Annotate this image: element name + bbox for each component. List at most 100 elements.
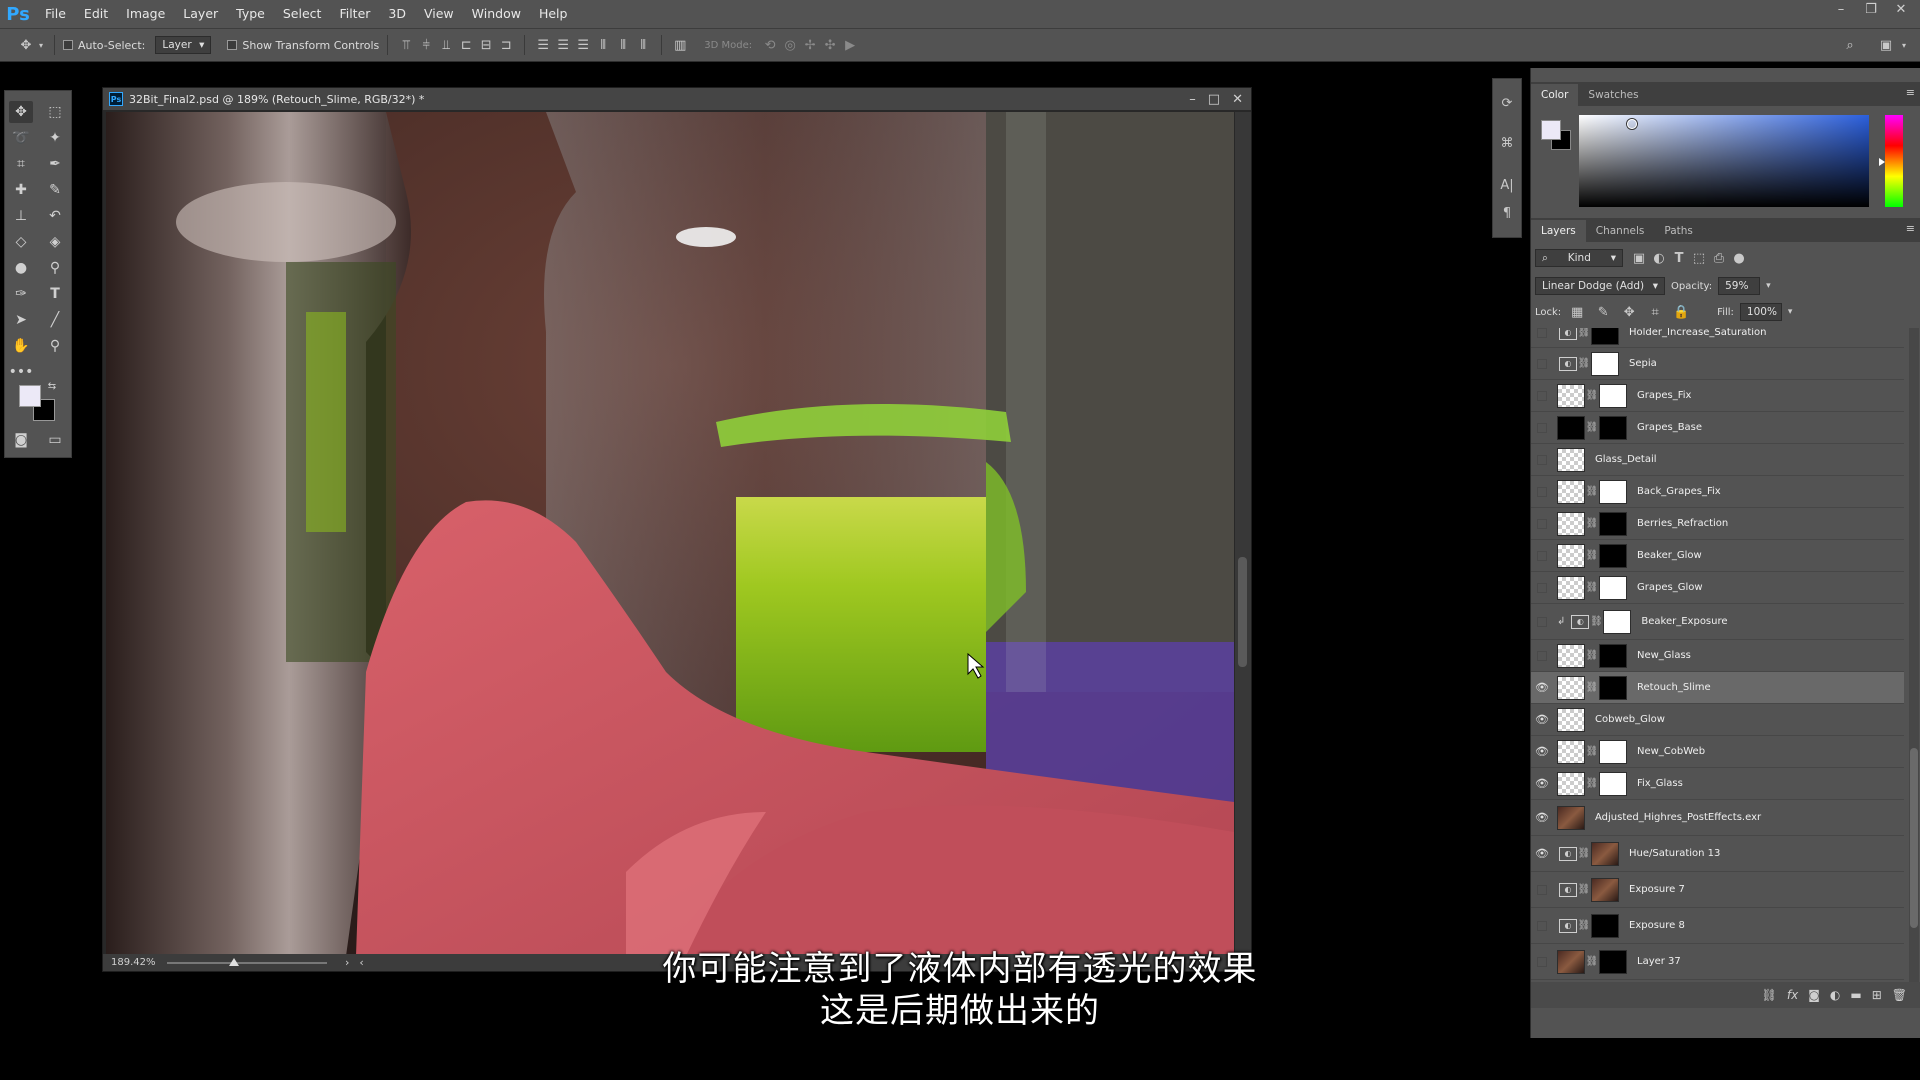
path-selection-icon[interactable]: ➤	[9, 309, 33, 331]
menu-help[interactable]: Help	[530, 0, 577, 28]
fill-field[interactable]: 100%	[1739, 303, 1782, 321]
character-panel-icon[interactable]: A|	[1497, 175, 1517, 195]
distribute-top-icon[interactable]: ☰	[533, 35, 553, 55]
maximize-icon[interactable]: □	[1208, 92, 1220, 107]
layer-row[interactable]: ◐ ⛓ Exposure 8	[1531, 908, 1904, 944]
mask-link-icon[interactable]: ⛓	[1577, 920, 1591, 931]
visibility-toggle[interactable]	[1531, 444, 1553, 475]
layer-mask-thumbnail[interactable]	[1591, 913, 1619, 938]
panel-menu-icon[interactable]: ≡	[1906, 222, 1915, 235]
workspace-icon[interactable]: ▣	[1876, 35, 1896, 55]
layer-row[interactable]: 👁 ⛓ Fix_Glass	[1531, 768, 1904, 800]
mask-link-icon[interactable]: ⛓	[1585, 682, 1599, 693]
history-brush-icon[interactable]: ↶	[43, 205, 67, 227]
lock-image-icon[interactable]: ✎	[1593, 302, 1613, 322]
mask-link-icon[interactable]: ⛓	[1585, 746, 1599, 757]
minimize-icon[interactable]: –	[1189, 92, 1196, 107]
layer-thumbnail[interactable]	[1557, 383, 1585, 408]
visibility-toggle[interactable]	[1531, 476, 1553, 507]
menu-select[interactable]: Select	[274, 0, 331, 28]
layer-row[interactable]: ⛓ Beaker_Glow	[1531, 540, 1904, 572]
tab-swatches[interactable]: Swatches	[1578, 84, 1648, 106]
screen-mode-icon[interactable]: ▭	[43, 429, 67, 451]
tab-layers[interactable]: Layers	[1531, 220, 1586, 242]
chevron-down-icon[interactable]: ▾	[1894, 35, 1914, 55]
lock-transparent-icon[interactable]: ▦	[1567, 302, 1587, 322]
distribute-bottom-icon[interactable]: ☰	[573, 35, 593, 55]
swap-colors-icon[interactable]: ⇆	[45, 379, 59, 393]
eye-icon[interactable]: 👁	[1531, 800, 1553, 835]
zoom-tool-icon[interactable]: ⚲	[43, 335, 67, 357]
layer-row[interactable]: Glass_Detail	[1531, 444, 1904, 476]
chevron-down-icon[interactable]: ▾	[1766, 281, 1771, 291]
menu-layer[interactable]: Layer	[174, 0, 227, 28]
mask-link-icon[interactable]: ⛓	[1589, 616, 1603, 627]
scrollbar-thumb[interactable]	[1910, 748, 1918, 928]
align-top-icon[interactable]: ⫪	[396, 35, 416, 55]
distribute-vcenter-icon[interactable]: ☰	[553, 35, 573, 55]
dodge-tool-icon[interactable]: ⚲	[43, 257, 67, 279]
align-left-icon[interactable]: ⊏	[456, 35, 476, 55]
mask-link-icon[interactable]: ⛓	[1577, 358, 1591, 369]
auto-align-icon[interactable]: ▥	[670, 35, 690, 55]
eye-icon[interactable]: 👁	[1531, 672, 1553, 703]
eye-icon[interactable]: 👁	[1531, 768, 1553, 799]
move-tool-icon[interactable]: ✥	[16, 35, 36, 55]
layer-thumbnail[interactable]	[1557, 739, 1585, 764]
menu-image[interactable]: Image	[117, 0, 174, 28]
eraser-icon[interactable]: ◇	[9, 231, 33, 253]
auto-select-checkbox[interactable]	[63, 40, 73, 50]
tab-color[interactable]: Color	[1531, 84, 1579, 106]
show-transform-checkbox[interactable]	[227, 40, 238, 50]
blend-mode-dropdown[interactable]: Linear Dodge (Add) ▾	[1535, 277, 1665, 295]
mask-link-icon[interactable]: ⛓	[1585, 486, 1599, 497]
layer-mask-thumbnail[interactable]	[1599, 739, 1627, 764]
close-icon[interactable]: ✕	[1888, 0, 1914, 20]
menu-filter[interactable]: Filter	[330, 0, 379, 28]
layer-row[interactable]: ◐ ⛓ Exposure 7	[1531, 872, 1904, 908]
visibility-toggle[interactable]	[1531, 604, 1553, 639]
healing-brush-icon[interactable]: ✚	[9, 179, 33, 201]
mask-link-icon[interactable]: ⛓	[1585, 650, 1599, 661]
restore-icon[interactable]: ❐	[1858, 0, 1884, 20]
eye-icon[interactable]: 👁	[1531, 704, 1553, 735]
menu-view[interactable]: View	[415, 0, 463, 28]
layer-mask-thumbnail[interactable]	[1599, 575, 1627, 600]
layer-thumbnail[interactable]	[1557, 805, 1585, 830]
auto-select-toggle[interactable]: Auto-Select:	[63, 39, 145, 52]
foreground-color-swatch[interactable]	[1541, 120, 1561, 140]
search-icon[interactable]: ⌕	[1840, 35, 1860, 55]
filter-shape-icon[interactable]: ⬚	[1689, 248, 1709, 268]
eye-icon[interactable]: 👁	[1531, 736, 1553, 767]
visibility-toggle[interactable]	[1531, 540, 1553, 571]
layer-thumbnail[interactable]	[1557, 543, 1585, 568]
layer-thumbnail[interactable]	[1557, 479, 1585, 504]
align-hcenter-icon[interactable]: ⊟	[476, 35, 496, 55]
layer-mask-thumbnail[interactable]	[1599, 383, 1627, 408]
layer-row[interactable]: 👁 ⛓ New_CobWeb	[1531, 736, 1904, 768]
hand-tool-icon[interactable]: ✋	[9, 335, 33, 357]
layer-row[interactable]: 👁 ⛓ Retouch_Slime	[1531, 672, 1904, 704]
history-panel-icon[interactable]: ⟳	[1497, 93, 1517, 113]
chevron-down-icon[interactable]: ▾	[1788, 307, 1793, 317]
layer-mask-thumbnail[interactable]	[1591, 351, 1619, 376]
layer-list-scrollbar[interactable]	[1909, 328, 1919, 998]
mask-link-icon[interactable]: ⛓	[1577, 848, 1591, 859]
mask-link-icon[interactable]: ⛓	[1577, 328, 1591, 338]
hue-slider-marker[interactable]	[1879, 158, 1885, 166]
hue-slider[interactable]	[1885, 115, 1903, 207]
blur-tool-icon[interactable]: ●	[9, 257, 33, 279]
layer-row[interactable]: 👁 Adjusted_Highres_PostEffects.exr	[1531, 800, 1904, 836]
layer-thumbnail[interactable]	[1557, 575, 1585, 600]
layer-mask-thumbnail[interactable]	[1599, 415, 1627, 440]
menu-type[interactable]: Type	[227, 0, 274, 28]
more-tools-icon[interactable]: •••	[9, 361, 34, 383]
mask-link-icon[interactable]: ⛓	[1585, 778, 1599, 789]
distribute-right-icon[interactable]: ⦀	[633, 35, 653, 55]
color-field[interactable]	[1579, 115, 1869, 207]
pen-tool-icon[interactable]: ✑	[9, 283, 33, 305]
paint-bucket-icon[interactable]: ◈	[43, 231, 67, 253]
tab-channels[interactable]: Channels	[1586, 220, 1655, 242]
layer-row[interactable]: 👁 Cobweb_Glow	[1531, 704, 1904, 736]
layer-row[interactable]: 👁 ◐ ⛓ Hue/Saturation 13	[1531, 836, 1904, 872]
